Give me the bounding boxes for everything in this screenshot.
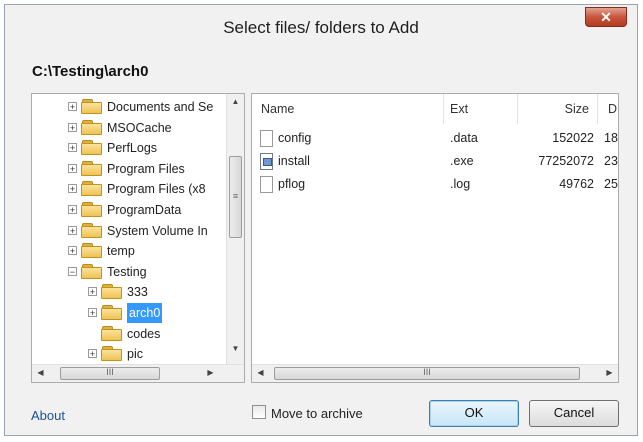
dialog-window: Select files/ folders to Add ✕ C:\Testin… bbox=[4, 4, 638, 436]
tree-item[interactable]: − Testing bbox=[32, 262, 228, 282]
tree-item-label[interactable]: Program Files bbox=[107, 159, 185, 179]
tree-item-label[interactable]: ProgramData bbox=[107, 200, 181, 220]
file-list[interactable]: Name Ext Size D config .data 152022 18. 5. … bbox=[251, 93, 619, 383]
file-date: 25. 4. 2 bbox=[604, 177, 618, 191]
tree-item-label[interactable]: Program Files (x8 bbox=[107, 179, 206, 199]
title-bar: Select files/ folders to Add ✕ bbox=[5, 5, 637, 51]
file-size: 49762 bbox=[559, 177, 594, 191]
tree-item[interactable]: + temp bbox=[32, 241, 228, 261]
tree-item-label[interactable]: arch0 bbox=[127, 303, 163, 323]
expand-icon[interactable]: + bbox=[88, 287, 97, 297]
move-to-archive-checkbox[interactable] bbox=[252, 405, 266, 419]
file-row[interactable]: config .data 152022 18. 5. 2 bbox=[252, 128, 618, 149]
expand-icon[interactable]: + bbox=[68, 184, 77, 194]
filelist-hscroll-thumb[interactable]: III bbox=[274, 367, 580, 380]
tree-vertical-scrollbar[interactable]: ▲ ≡ ▼ bbox=[226, 94, 244, 365]
file-ext: .log bbox=[450, 177, 471, 191]
file-date: 23. 4. 2 bbox=[604, 154, 618, 168]
folder-icon bbox=[81, 119, 103, 135]
ok-button[interactable]: OK bbox=[429, 400, 519, 427]
scroll-left-arrow-icon[interactable]: ◀ bbox=[252, 368, 269, 377]
column-header-ext[interactable]: Ext bbox=[444, 94, 518, 124]
scroll-down-arrow-icon[interactable]: ▼ bbox=[227, 344, 244, 353]
tree-horizontal-scrollbar[interactable]: ◀ III ▶ bbox=[32, 364, 244, 382]
tree-vscroll-thumb[interactable]: ≡ bbox=[229, 156, 242, 238]
tree-item[interactable]: + Program Files (x8 bbox=[32, 179, 228, 199]
file-size: 152022 bbox=[552, 131, 594, 145]
tree-item[interactable]: + arch0 bbox=[32, 303, 228, 323]
tree-item[interactable]: + pic bbox=[32, 344, 228, 364]
tree-item-label[interactable]: codes bbox=[127, 324, 160, 344]
column-header-size[interactable]: Size bbox=[518, 94, 598, 124]
folder-icon bbox=[101, 305, 123, 320]
folder-icon bbox=[101, 346, 123, 362]
tree-item[interactable]: + System Volume In bbox=[32, 221, 228, 241]
exe-icon bbox=[260, 153, 273, 170]
file-date: 18. 5. 2 bbox=[604, 131, 618, 145]
folder-icon bbox=[81, 140, 103, 156]
tree-item-label[interactable]: MSOCache bbox=[107, 118, 172, 138]
folder-icon bbox=[101, 325, 123, 341]
tree-item[interactable]: + ProgramData bbox=[32, 200, 228, 220]
folder-icon bbox=[81, 99, 103, 114]
folder-icon bbox=[81, 202, 103, 217]
file-row[interactable]: pflog .log 49762 25. 4. 2 bbox=[252, 174, 618, 195]
file-size: 77252072 bbox=[538, 154, 594, 168]
filelist-horizontal-scrollbar[interactable]: ◀ III ▶ bbox=[252, 364, 618, 382]
tree-item[interactable]: + MSOCache bbox=[32, 118, 228, 138]
tree-item-label[interactable]: Testing bbox=[107, 262, 147, 282]
expand-icon[interactable]: + bbox=[68, 225, 77, 235]
scroll-right-arrow-icon[interactable]: ▶ bbox=[601, 368, 618, 377]
tree-item[interactable]: + PerfLogs bbox=[32, 138, 228, 158]
tree-item[interactable]: + Documents and Se bbox=[32, 97, 228, 117]
file-icon bbox=[260, 130, 273, 147]
collapse-icon[interactable]: − bbox=[68, 266, 77, 276]
cancel-button[interactable]: Cancel bbox=[529, 400, 619, 427]
folder-icon bbox=[81, 243, 103, 259]
expand-icon[interactable]: + bbox=[68, 163, 77, 173]
folder-icon bbox=[81, 263, 103, 279]
folder-icon bbox=[81, 222, 103, 238]
expand-icon[interactable]: + bbox=[88, 308, 97, 318]
folder-icon bbox=[81, 181, 103, 197]
file-ext: .data bbox=[450, 131, 478, 145]
file-name: pflog bbox=[278, 177, 306, 191]
tree-item-label[interactable]: pic bbox=[127, 344, 143, 364]
current-path: C:\Testing\arch0 bbox=[32, 63, 149, 80]
tree-item-label[interactable]: Documents and Se bbox=[107, 97, 213, 117]
file-ext: .exe bbox=[450, 154, 474, 168]
folder-icon bbox=[101, 284, 123, 300]
about-link[interactable]: About bbox=[31, 408, 65, 423]
folder-tree[interactable]: + Documents and Se + MSOCache + PerfLogs + Prog… bbox=[31, 93, 245, 383]
expand-icon[interactable]: + bbox=[68, 246, 77, 256]
tree-item-label[interactable]: 333 bbox=[127, 282, 148, 302]
close-button[interactable]: ✕ bbox=[585, 7, 627, 27]
tree-item-label[interactable]: temp bbox=[107, 241, 135, 261]
tree-item-label[interactable]: PerfLogs bbox=[107, 138, 157, 158]
file-icon bbox=[260, 176, 273, 193]
expand-icon[interactable]: + bbox=[68, 122, 77, 132]
folder-icon bbox=[81, 160, 103, 176]
expand-icon[interactable]: + bbox=[68, 143, 77, 153]
tree-item[interactable]: +333 bbox=[32, 282, 228, 302]
column-header-date[interactable]: D bbox=[598, 94, 618, 124]
move-to-archive-label[interactable]: Move to archive bbox=[271, 406, 363, 421]
tree-item-label[interactable]: System Volume In bbox=[107, 221, 208, 241]
column-header-name[interactable]: Name bbox=[252, 94, 444, 124]
tree-hscroll-thumb[interactable]: III bbox=[60, 367, 160, 380]
scroll-up-arrow-icon[interactable]: ▲ bbox=[227, 97, 244, 106]
file-row[interactable]: install .exe 77252072 23. 4. 2 bbox=[252, 151, 618, 172]
scroll-left-arrow-icon[interactable]: ◀ bbox=[32, 368, 49, 377]
expand-icon[interactable]: + bbox=[68, 205, 77, 215]
expand-icon[interactable]: + bbox=[68, 102, 77, 112]
scroll-right-arrow-icon[interactable]: ▶ bbox=[202, 368, 219, 377]
tree-item[interactable]: codes bbox=[32, 324, 228, 344]
file-name: config bbox=[278, 131, 312, 145]
dialog-title: Select files/ folders to Add bbox=[223, 18, 419, 37]
file-name: install bbox=[278, 154, 310, 168]
tree-item[interactable]: + Program Files bbox=[32, 159, 228, 179]
expand-icon[interactable]: + bbox=[88, 349, 97, 359]
